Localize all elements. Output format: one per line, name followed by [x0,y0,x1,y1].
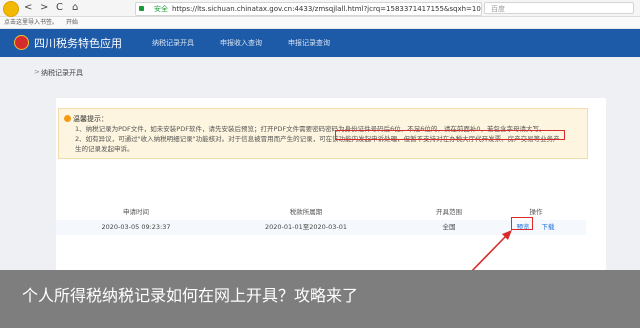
browser-logo-icon [3,1,19,17]
breadcrumb: 纳税记录开具 [41,69,83,77]
secure-label: 安全 [154,5,168,13]
forward-button[interactable]: > [40,2,48,14]
url-text: https://lts.sichuan.chinatax.gov.cn:4433… [172,5,482,13]
app-title: 四川税务特色应用 [34,37,122,50]
back-button[interactable]: < [24,2,32,14]
breadcrumb-arrow-icon: > [34,68,40,76]
main-content: > 纳税记录开具 温馨提示： 1、纳税记录为PDF文件，如未安装PDF软件，请先… [0,57,640,270]
bookmark-start-link[interactable]: 开始 [66,19,78,26]
caption-text: 个人所得税纳税记录如何在网上开具？攻略来了 [22,286,359,305]
tax-emblem-icon [14,35,29,50]
home-button[interactable]: ⌂ [72,2,78,14]
app-header: 四川税务特色应用 纳税记录开具 申报收入查询 申报记录查询 [0,29,640,57]
bookmark-import-link[interactable]: 点击这里导入书签。 [4,19,58,26]
caption-banner: 个人所得税纳税记录如何在网上开具？攻略来了 [0,270,640,328]
record-card: 温馨提示： 1、纳税记录为PDF文件，如未安装PDF软件，请先安装后预览；打开P… [56,98,606,270]
menu-item-tax-record[interactable]: 纳税记录开具 [152,39,194,48]
pointer-arrow-icon [471,230,512,270]
menu-item-income-query[interactable]: 申报收入查询 [220,39,262,48]
address-bar[interactable]: 安全 https://lts.sichuan.chinatax.gov.cn:44… [135,2,482,16]
bookmark-bar: 点击这里导入书签。 开始 [0,17,640,29]
browser-toolbar: < > C ⌂ 安全 https://lts.sichuan.chinatax.g… [0,0,640,17]
lock-icon [139,6,144,11]
menu-item-declaration-query[interactable]: 申报记录查询 [288,39,330,48]
search-input[interactable]: 百度 [484,2,634,14]
reload-button[interactable]: C [56,2,63,14]
